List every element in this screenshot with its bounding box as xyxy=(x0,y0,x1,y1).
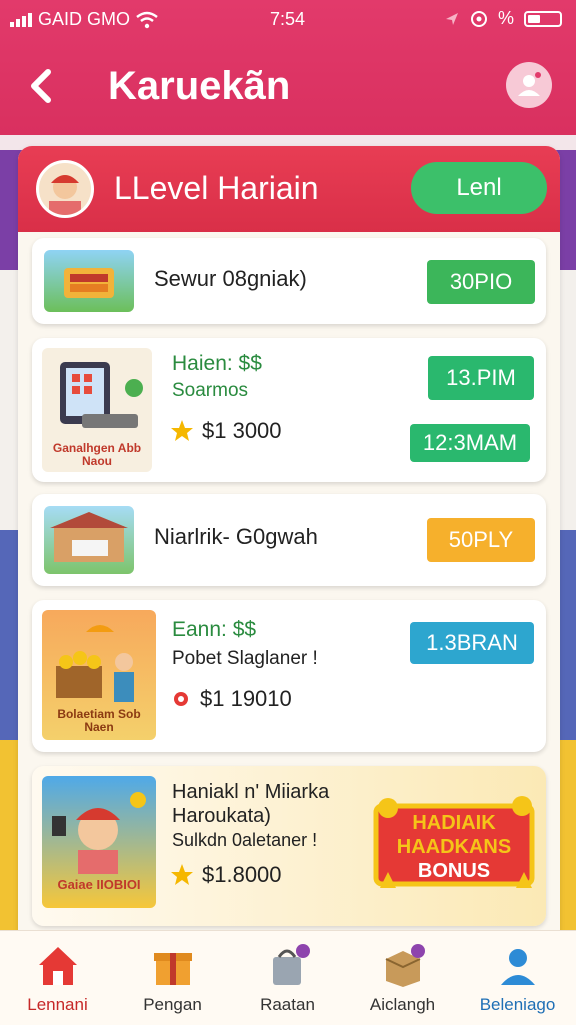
task-price-2: $1 3000 xyxy=(170,418,282,444)
task-button-2b[interactable]: 12:3MAM xyxy=(410,424,530,462)
task-card-2[interactable]: Ganalhgen Abb Naou Haien: $$ Soarmos $1 … xyxy=(32,338,546,482)
page-title: Karuekãn xyxy=(108,64,291,108)
task-thumbnail-4: Bolaetiam Sob Naen xyxy=(42,610,156,740)
nav-home[interactable]: Lennani xyxy=(0,931,115,1025)
user-avatar-button[interactable] xyxy=(506,62,552,108)
signal-icon xyxy=(10,12,32,27)
carrier-text: GAID GMO xyxy=(38,9,131,29)
task-thumbnail-4-caption: Bolaetiam Sob Naen xyxy=(57,707,141,734)
task-thumbnail-1 xyxy=(44,250,134,312)
bonus-badge[interactable]: HADIAIK HAADKANS BONUS xyxy=(366,794,542,902)
task-card-5[interactable]: Gaiae IIOBIOI Haniakl n' Miiarka Harouka… xyxy=(32,766,546,926)
home-icon xyxy=(39,947,77,985)
bonus-line-2: HAADKANS xyxy=(396,836,512,858)
app-header: GAID GMO 7:54 % Karuekãn xyxy=(0,0,576,135)
bottom-navigation: Lennani Pengan Raatan Aiclangh Beleniago xyxy=(0,930,576,1025)
nav-gift[interactable]: Pengan xyxy=(115,931,230,1025)
task-subtitle-2: Soarmos xyxy=(172,380,249,401)
panel-header: LLevel Hariain Lenl xyxy=(18,146,560,232)
panel-title: LLevel Hariain xyxy=(114,170,319,206)
wifi-icon xyxy=(136,11,158,28)
nav-box[interactable]: Aiclangh xyxy=(345,931,460,1025)
task-title-1: Sewur 08gniak) xyxy=(154,266,307,291)
task-card-3[interactable]: Niarlrik- G0gwah 50PLY xyxy=(32,494,546,586)
daily-level-panel: LLevel Hariain Lenl Sewur 08gniak) 30PIO… xyxy=(18,146,560,946)
task-button-2a[interactable]: 13.PIM xyxy=(428,356,534,400)
nav-gift-label: Pengan xyxy=(143,995,202,1014)
gear-icon xyxy=(174,692,188,706)
star-icon xyxy=(171,864,193,885)
chevron-left-icon xyxy=(31,69,51,103)
task-thumbnail-5-caption: Gaiae IIOBIOI xyxy=(57,877,141,892)
task-price-4: $1 19010 xyxy=(170,686,292,712)
nav-box-label: Aiclangh xyxy=(369,995,436,1014)
task-card-1[interactable]: Sewur 08gniak) 30PIO xyxy=(32,238,546,324)
task-button-4[interactable]: 1.3BRAN xyxy=(410,622,534,664)
status-time: 7:54 xyxy=(270,9,306,29)
box-icon xyxy=(385,944,425,987)
battery-icon xyxy=(524,10,562,27)
star-icon xyxy=(171,420,193,441)
nav-profile[interactable]: Beleniago xyxy=(460,931,575,1025)
task-subtitle-5: Sulkdn 0aletaner ! xyxy=(172,830,318,850)
profile-icon xyxy=(501,949,535,985)
task-price-5: $1.8000 xyxy=(170,862,282,888)
user-icon xyxy=(518,72,541,96)
task-subtitle-4: Pobet Slaglaner ! xyxy=(172,648,318,669)
task-price-value-5: $1.8000 xyxy=(202,862,282,887)
nav-home-label: Lennani xyxy=(27,995,88,1014)
task-thumbnail-5: Gaiae IIOBIOI xyxy=(42,776,156,908)
task-button-3[interactable]: 50PLY xyxy=(427,518,535,562)
battery-percent: % xyxy=(497,8,514,28)
status-bar: GAID GMO 7:54 % xyxy=(0,0,576,38)
nav-bag[interactable]: Raatan xyxy=(230,931,345,1025)
task-reward-label-2: Haien: $$ xyxy=(172,352,262,375)
task-card-4[interactable]: Bolaetiam Sob Naen Eann: $$ Pobet Slagla… xyxy=(32,600,546,752)
task-title-5: Haniakl n' Miiarka Haroukata) xyxy=(172,781,330,827)
bonus-line-1: HADIAIK xyxy=(412,812,496,834)
task-reward-label-4: Eann: $$ xyxy=(172,618,257,641)
task-thumbnail-3 xyxy=(44,506,134,574)
task-button-1[interactable]: 30PIO xyxy=(427,260,535,304)
nav-bag-label: Raatan xyxy=(260,995,315,1014)
location-icon xyxy=(445,12,458,25)
task-thumbnail-2: Ganalhgen Abb Naou xyxy=(42,348,152,472)
back-button[interactable] xyxy=(26,66,60,106)
nav-profile-label: Beleniago xyxy=(479,995,556,1014)
task-price-value-4: $1 19010 xyxy=(200,686,292,711)
task-title-3: Niarlrik- G0gwah xyxy=(154,524,318,549)
player-avatar xyxy=(36,160,94,218)
task-thumbnail-2-caption: Ganalhgen Abb Naou xyxy=(52,441,142,468)
gift-icon xyxy=(154,953,192,985)
level-button[interactable]: Lenl xyxy=(411,162,547,214)
alarm-icon xyxy=(470,10,487,27)
task-price-value-2: $1 3000 xyxy=(202,418,282,443)
bonus-line-3: BONUS xyxy=(417,860,491,882)
shopping-bag-icon xyxy=(273,944,310,985)
